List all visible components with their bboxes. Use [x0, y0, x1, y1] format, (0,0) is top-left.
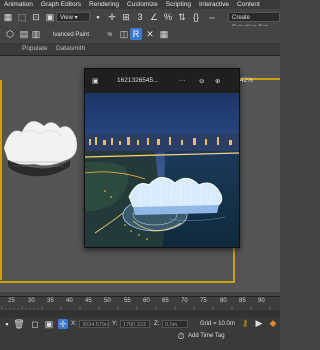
timeline-tick: 35 [47, 298, 54, 304]
timeline-tick: 30 [28, 298, 35, 304]
lock-selection-icon[interactable]: ◻ [30, 319, 40, 329]
keyboard-shortcut-icon[interactable]: ⊞ [120, 11, 132, 23]
tab-populate[interactable]: Populate [22, 45, 48, 52]
secondary-toolbar: ⬡ ▤ ▥ lvanced Paint ≈ ◫ R ✕ ▦ [0, 26, 280, 43]
select-object-icon[interactable]: ▣ [44, 11, 56, 23]
window-crossing-icon[interactable]: ⬚ [16, 11, 28, 23]
key-icon[interactable]: ⚷ [240, 318, 250, 328]
reference-coord-dropdown[interactable]: View ▾ [56, 12, 90, 22]
active-viewport-border-bottom [0, 281, 235, 283]
timeline-tick: 40 [66, 298, 73, 304]
auto-key-icon[interactable]: ◆ [268, 318, 278, 328]
menu-interactive[interactable]: Interactive [195, 0, 233, 9]
timeline-ruler[interactable]: 25 30 35 40 45 50 55 60 65 70 75 80 85 9… [0, 296, 280, 311]
key-track[interactable] [0, 310, 280, 318]
timeline-tick: 90 [258, 298, 265, 304]
photo-viewer-window[interactable]: ▣ 1621326545... ··· ⊖ ⊕ 42% [84, 68, 253, 248]
z-label: Z: [154, 321, 160, 327]
more-options-button[interactable]: ··· [179, 77, 186, 84]
percent-snap-icon[interactable]: % [162, 11, 174, 23]
photo-filename: 1621326545... [117, 77, 159, 84]
edit-named-selection-icon[interactable]: {} [190, 11, 202, 23]
status-bar: ▪ 🗑 ◻ ▣ ✛ X: 3034.579n Y: 1700.323 Z: 0.… [0, 318, 280, 350]
menu-animation[interactable]: Animation [0, 0, 37, 9]
y-label: Y: [112, 321, 118, 327]
spinner-snap-icon[interactable]: ⇅ [176, 11, 188, 23]
move-icon[interactable]: ✛ [106, 11, 118, 23]
timeline-tick: 80 [220, 298, 227, 304]
hexagon-icon[interactable]: ⬡ [4, 28, 16, 40]
timeline-tick: 75 [200, 298, 207, 304]
tab-datasmith[interactable]: Datasmith [56, 45, 85, 52]
z-coordinate-field[interactable]: 0.0m [162, 320, 188, 328]
pivot-icon[interactable]: ▪ [92, 11, 104, 23]
menu-content[interactable]: Content [233, 0, 264, 9]
gallery-icon[interactable]: ▣ [92, 77, 99, 85]
zoom-out-button[interactable]: ⊖ [199, 77, 204, 85]
angle-snap-icon[interactable]: ∠ [148, 11, 160, 23]
render-production-icon[interactable]: ▦ [158, 28, 170, 40]
mirror-icon[interactable]: ⇔ [206, 11, 218, 23]
scale-icon[interactable]: ⊡ [30, 11, 42, 23]
timeline-tick: 25 [8, 298, 15, 304]
maxscript-icon[interactable]: ▪ [2, 319, 12, 329]
create-selection-set-field[interactable]: Create Selection Set [228, 12, 280, 31]
x-coordinate-field[interactable]: 3034.579n [79, 320, 109, 328]
menu-graph-editors[interactable]: Graph Editors [37, 0, 85, 9]
curve-editor-icon[interactable]: ≈ [104, 28, 116, 40]
menu-scripting[interactable]: Scripting [162, 0, 195, 9]
rect-select-icon[interactable]: ▦ [2, 11, 14, 23]
menu-bar: Animation Graph Editors Rendering Custom… [0, 0, 280, 9]
material-editor-icon[interactable]: ◫ [118, 28, 130, 40]
timeline-tick: 65 [162, 298, 169, 304]
menu-customize[interactable]: Customize [123, 0, 162, 9]
zoom-level: 42% [240, 77, 254, 84]
next-frame-icon[interactable]: ▶ [254, 318, 264, 328]
main-toolbar: ▦ ⬚ ⊡ ▣ View ▾ ▪ ✛ ⊞ 3 ∠ % ⇅ {} ⇔ Create… [0, 9, 280, 31]
snap-3d-icon[interactable]: 3 [134, 11, 146, 23]
zoom-in-button[interactable]: ⊕ [215, 77, 220, 85]
view-dropdown-label: View [60, 15, 73, 21]
isolate-icon[interactable]: ▣ [44, 319, 54, 329]
absolute-mode-icon[interactable]: ✛ [58, 319, 68, 329]
y-coordinate-field[interactable]: 1700.323 [120, 320, 150, 328]
scene-explorer-icon[interactable]: ▥ [30, 28, 42, 40]
grid-size: Grid = 10.0m [200, 321, 235, 327]
photo-viewer-titlebar: ▣ 1621326545... ··· ⊖ ⊕ 42% [85, 69, 253, 93]
render-frame-icon[interactable]: ✕ [144, 28, 156, 40]
render-setup-icon[interactable]: R [130, 28, 142, 40]
night-city-photo [85, 93, 239, 247]
delete-icon[interactable]: 🗑 [13, 319, 24, 329]
timeline-tick: 55 [124, 298, 131, 304]
timeline-tick: 70 [181, 298, 188, 304]
menu-rendering[interactable]: Rendering [85, 0, 123, 9]
add-time-tag-button[interactable]: Add Time Tag [188, 333, 225, 339]
layer-manager-icon[interactable]: ▤ [18, 28, 30, 40]
timeline-tick: 45 [85, 298, 92, 304]
timeline-tick: 50 [104, 298, 111, 304]
x-label: X: [71, 321, 77, 327]
building-model[interactable] [3, 120, 78, 177]
time-tag-icon[interactable]: ⏱ [176, 331, 186, 341]
timeline-tick: 85 [239, 298, 246, 304]
advanced-paint-label[interactable]: lvanced Paint [50, 30, 102, 40]
timeline-tick: 60 [143, 298, 150, 304]
active-viewport-border-left [0, 80, 2, 280]
